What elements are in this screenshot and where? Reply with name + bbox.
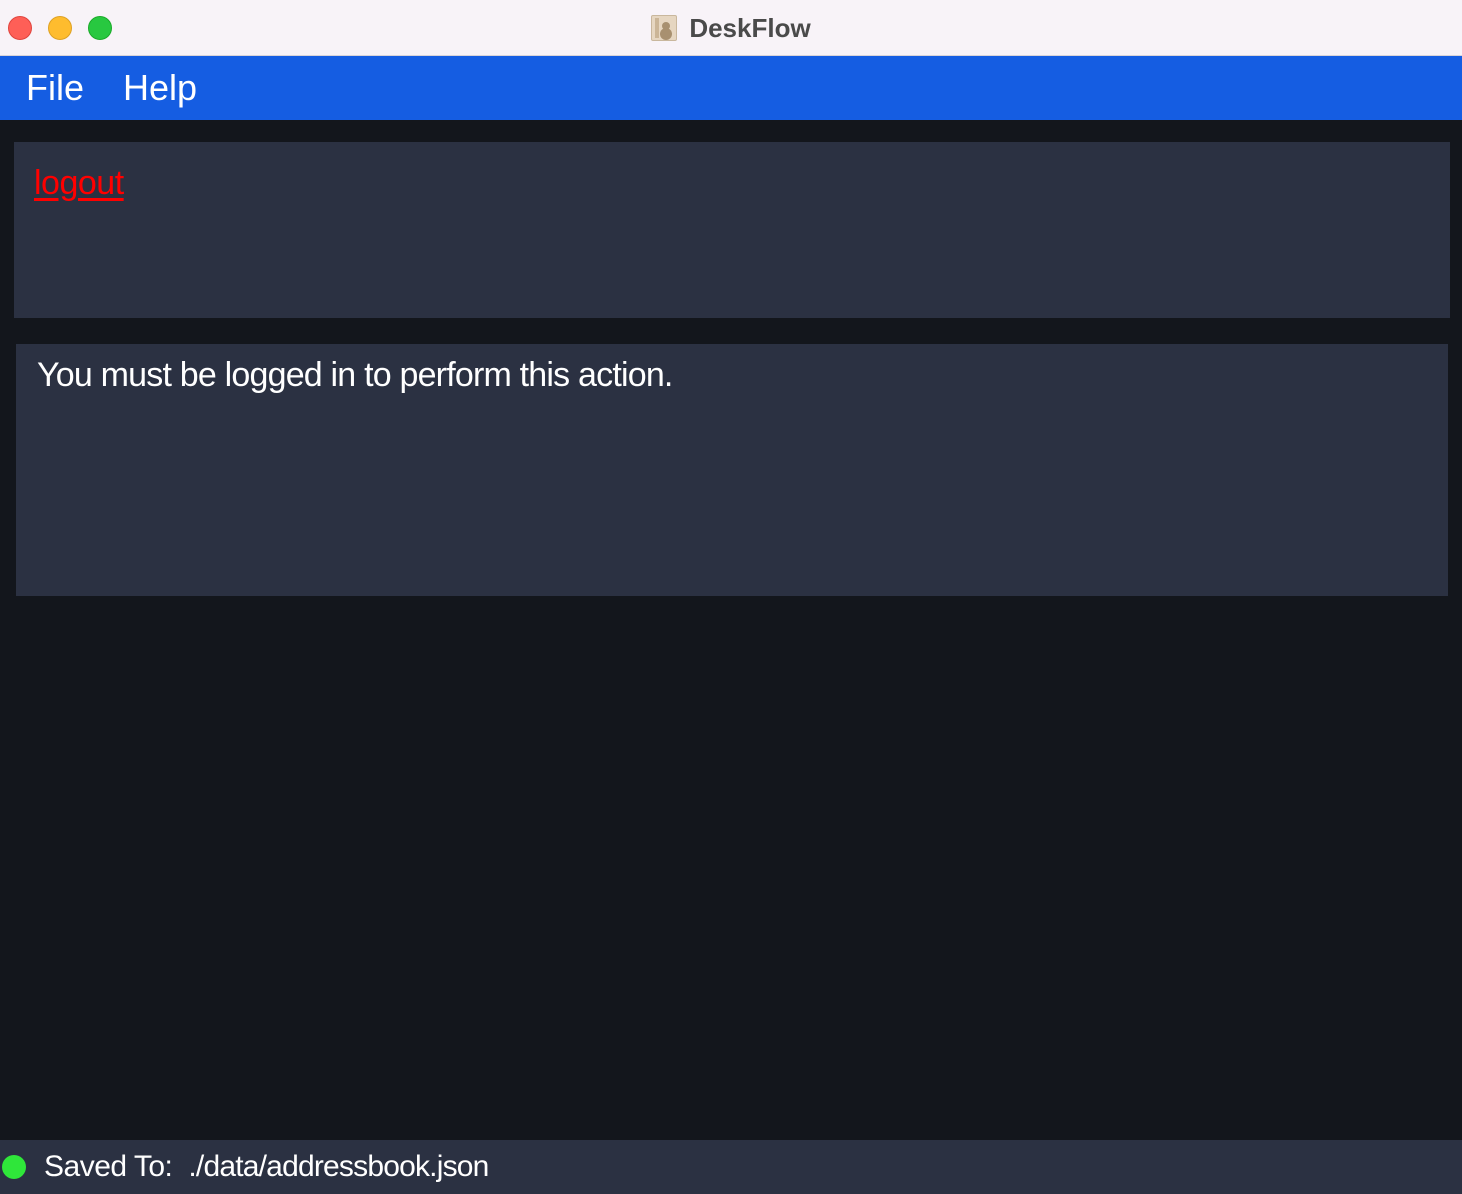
save-status-indicator	[2, 1155, 26, 1179]
command-input-text[interactable]: logout	[34, 164, 124, 203]
title-bar[interactable]: DeskFlow	[0, 0, 1462, 56]
command-box[interactable]: logout	[14, 142, 1450, 318]
result-message: You must be logged in to perform this ac…	[37, 356, 673, 394]
save-location-path: ./data/addressbook.json	[188, 1150, 489, 1183]
save-location-label: Saved To:	[44, 1150, 173, 1183]
address-book-icon	[651, 15, 678, 41]
status-bar: Saved To: ./data/addressbook.json	[0, 1140, 1462, 1194]
menu-help[interactable]: Help	[123, 67, 197, 109]
result-display: You must be logged in to perform this ac…	[16, 344, 1448, 596]
menu-file[interactable]: File	[26, 67, 84, 109]
menu-bar: File Help	[0, 56, 1462, 120]
window-title-group: DeskFlow	[0, 0, 1462, 56]
app-window: DeskFlow File Help logout You must be lo…	[0, 0, 1462, 1194]
window-title: DeskFlow	[689, 12, 811, 43]
